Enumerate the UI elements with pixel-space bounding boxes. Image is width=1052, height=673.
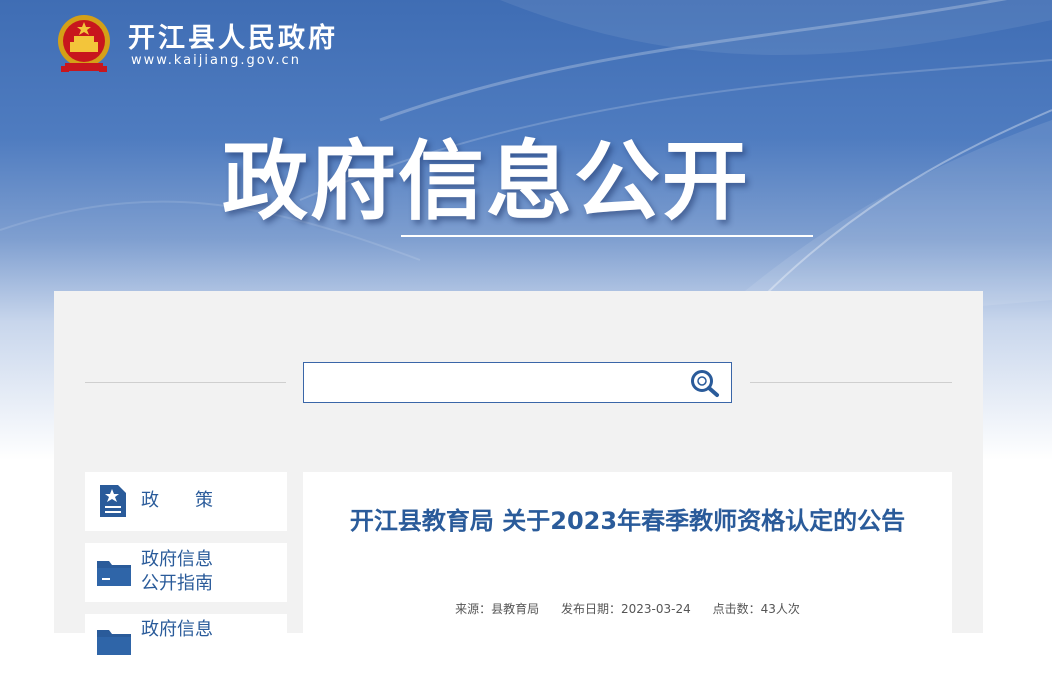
search-divider-left — [85, 382, 286, 383]
search-button[interactable] — [689, 368, 721, 398]
sidebar-item-disclosure-guide[interactable]: 政府信息 公开指南 — [85, 543, 287, 602]
search-input[interactable] — [304, 363, 674, 402]
national-emblem-logo — [55, 14, 113, 74]
hero-underline — [401, 235, 813, 237]
search-icon — [691, 370, 719, 397]
sidebar-item-disclosure[interactable]: 政府信息 — [85, 614, 287, 673]
sidebar-item-policy[interactable]: 政 策 — [85, 472, 287, 531]
content-panel: 政 策 政府信息 公开指南 政府信息 开江县教育局 关于2023年春季教师资格认… — [54, 291, 983, 673]
article-card: 开江县教育局 关于2023年春季教师资格认定的公告 来源：县教育局 发布日期：2… — [303, 472, 952, 633]
folder-icon — [96, 626, 132, 660]
policy-document-icon — [96, 483, 128, 523]
hero-title: 政府信息公开 — [222, 132, 750, 232]
site-name[interactable]: 开江县人民政府 — [128, 16, 338, 55]
search-box — [303, 362, 732, 403]
article-date: 发布日期：2023-03-24 — [560, 602, 691, 616]
search-divider-right — [750, 382, 952, 383]
sidebar-item-label: 政府信息 — [141, 619, 213, 640]
folder-icon — [96, 557, 132, 591]
sidebar-item-label: 政 策 — [141, 490, 213, 511]
article-source: 来源：县教育局 — [455, 602, 540, 616]
article-meta: 来源：县教育局 发布日期：2023-03-24 点击数：43人次 — [303, 600, 952, 617]
site-url: www.kaijiang.gov.cn — [131, 53, 301, 68]
article-title: 开江县教育局 关于2023年春季教师资格认定的公告 — [349, 507, 906, 535]
sidebar-item-label: 政府信息 公开指南 — [141, 549, 213, 594]
article-clicks: 点击数：43人次 — [712, 602, 800, 616]
